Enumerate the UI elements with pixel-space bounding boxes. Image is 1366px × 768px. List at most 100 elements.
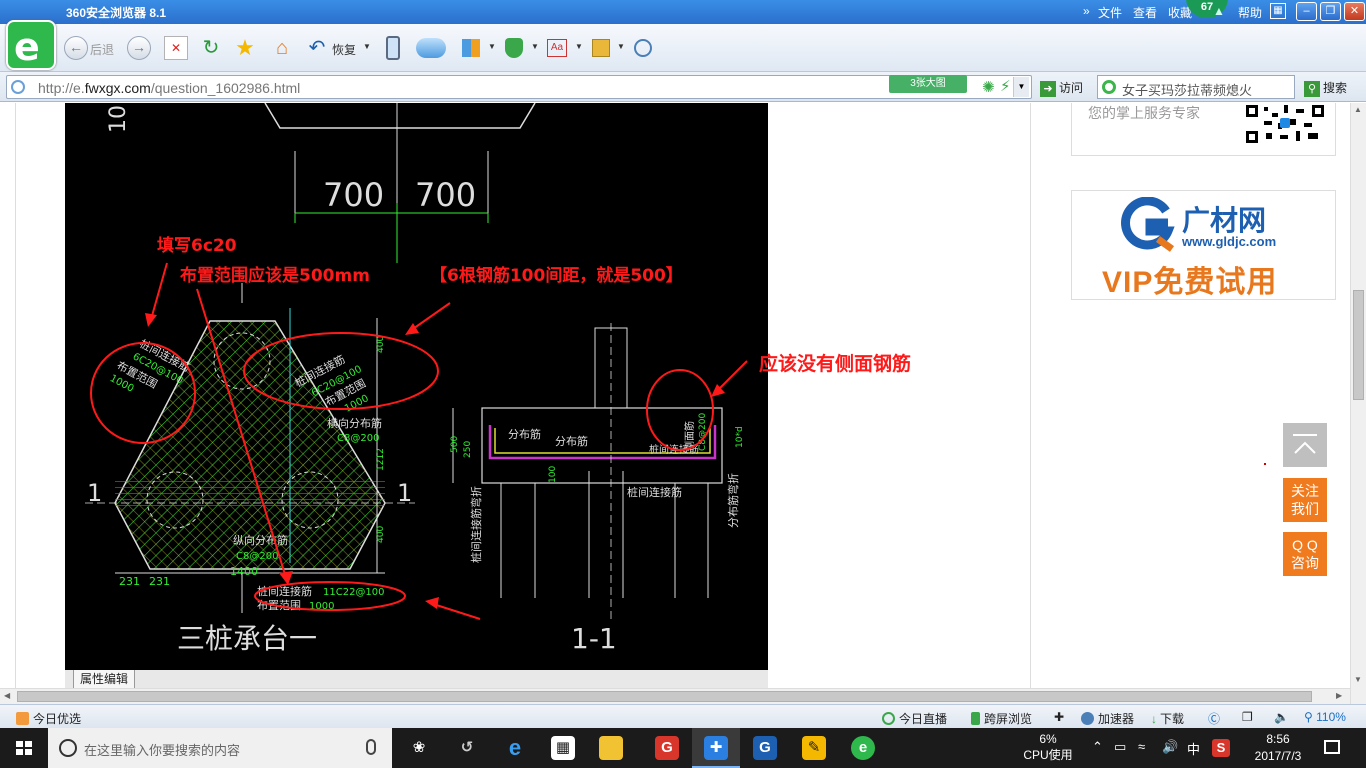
menu-help[interactable]: 帮助 — [1238, 4, 1262, 21]
file-explorer-icon[interactable] — [587, 728, 635, 768]
ad-gldjc[interactable]: 广材网 www.gldjc.com VIP免费试用 — [1071, 190, 1336, 300]
section-vert-left: 桩间连接筋弯折 — [469, 486, 483, 563]
app-red-icon[interactable]: G — [643, 728, 691, 768]
app-blue-g-icon[interactable]: G — [741, 728, 789, 768]
follow-us-button[interactable]: 关注 我们 — [1283, 478, 1327, 522]
visit-button[interactable]: ➜ 访问 — [1040, 79, 1083, 97]
title-bar: 360安全浏览器 8.1 » 文件 查看 收藏 67 ▲ 帮助 ▦ – ❐ ✕ — [0, 0, 1366, 24]
font-size-icon[interactable]: Aa — [547, 39, 567, 57]
sogou-icon[interactable]: S — [1212, 739, 1230, 757]
notification-icon[interactable] — [1324, 740, 1340, 754]
lightning-icon[interactable]: ⚡ — [1000, 77, 1011, 95]
search-input[interactable]: 女子买玛莎拉蒂频熄火 — [1097, 75, 1295, 99]
search-button[interactable]: ⚲ 搜索 — [1304, 79, 1347, 97]
skin-icon[interactable]: ▦ — [1270, 3, 1286, 19]
search-text[interactable]: 女子买玛莎拉蒂频熄火 — [1122, 80, 1252, 99]
qq-consult-button[interactable]: Q Q 咨询 — [1283, 532, 1327, 576]
reload-icon[interactable]: ✺ — [982, 78, 995, 96]
vertical-scrollbar[interactable]: ▲ ▼ — [1350, 103, 1366, 704]
restore-button[interactable]: ❐ — [1320, 2, 1341, 21]
battery-icon[interactable]: ▭ — [1114, 739, 1126, 755]
task-view-icon[interactable]: ❀ — [395, 728, 443, 768]
ad-service[interactable]: 您的掌上服务专家 — [1071, 103, 1336, 156]
refresh-icon[interactable]: ↻ — [199, 36, 223, 60]
taskbar-search-input[interactable]: 在这里输入你要搜索的内容 — [48, 728, 392, 768]
today-pick[interactable]: 今日优选 — [16, 710, 81, 727]
screenshot-dropdown-icon[interactable]: ▼ — [617, 42, 625, 51]
screenshot-icon[interactable] — [592, 39, 610, 57]
favorite-star-icon[interactable]: ★ — [233, 36, 257, 60]
browser-logo-icon[interactable]: e — [6, 20, 56, 70]
taskbar-search-placeholder: 在这里输入你要搜索的内容 — [84, 743, 241, 758]
address-bar[interactable]: http://e.fwxgx.com/question_1602986.html… — [6, 75, 1032, 99]
app-notes-icon[interactable]: ✎ — [790, 728, 838, 768]
close-button[interactable]: ✕ — [1344, 2, 1365, 21]
home-icon[interactable]: ⌂ — [270, 36, 294, 60]
volume-icon[interactable]: 🔊 — [1162, 739, 1178, 755]
clock[interactable]: 8:56 2017/7/3 — [1247, 731, 1309, 765]
shirt-icon[interactable]: ▲ — [1213, 4, 1225, 18]
vertical-scroll-thumb[interactable] — [1353, 290, 1364, 400]
window-icon[interactable]: ❐ — [1242, 710, 1253, 724]
plugin-icon[interactable]: ✚ — [1054, 710, 1064, 724]
big-image-button[interactable]: 3张大图 — [889, 75, 967, 93]
url-text[interactable]: http://e.fwxgx.com/question_1602986.html — [38, 80, 300, 96]
font-dropdown-icon[interactable]: ▼ — [575, 42, 583, 51]
search-engine-icon[interactable] — [1102, 80, 1116, 94]
chevron-up-icon — [1293, 434, 1317, 454]
address-dropdown-icon[interactable]: ▼ — [1013, 77, 1029, 97]
magnifier-icon[interactable] — [634, 39, 652, 57]
cortana-icon — [59, 739, 77, 757]
back-label[interactable]: 后退 — [90, 41, 114, 58]
today-live[interactable]: 今日直播 — [882, 710, 947, 727]
scroll-right-icon[interactable]: ▶ — [1336, 691, 1342, 700]
cross-screen[interactable]: 跨屏浏览 — [971, 710, 1032, 727]
arrow-right — [409, 302, 451, 332]
top-outline — [264, 103, 536, 129]
menu-file[interactable]: 文件 — [1098, 4, 1122, 21]
wifi-icon[interactable]: ≈ — [1138, 739, 1145, 754]
volume-icon[interactable]: 🔈 — [1274, 710, 1289, 724]
dim-500: 500 — [450, 436, 460, 453]
top-left-dim: 10 — [106, 105, 131, 133]
stop-icon[interactable]: ✕ — [164, 36, 188, 60]
cpu-usage[interactable]: 6% CPU使用 — [1018, 731, 1078, 763]
forward-icon[interactable]: → — [127, 36, 151, 60]
back-icon[interactable]: ← — [64, 36, 88, 60]
ie-icon[interactable]: Ⓒ — [1208, 710, 1220, 727]
scroll-up-icon[interactable]: ▲ — [1354, 105, 1362, 114]
chevrons[interactable]: » — [1083, 4, 1090, 18]
store-icon[interactable]: ▦ — [539, 728, 587, 768]
app-active-icon[interactable]: ✚ — [692, 728, 740, 768]
browser-360-icon[interactable]: e — [839, 728, 887, 768]
scroll-left-icon[interactable]: ◀ — [4, 691, 10, 700]
phone-icon[interactable] — [386, 36, 400, 60]
scroll-down-icon[interactable]: ▼ — [1354, 675, 1362, 684]
edge-icon[interactable]: e — [491, 728, 539, 768]
dim-400-top: 400 — [376, 336, 386, 353]
zoom[interactable]: ⚲ 110% — [1304, 710, 1346, 724]
section-dist-1: 分布筋 — [508, 427, 541, 441]
restore-dropdown-icon[interactable]: ▼ — [363, 42, 371, 51]
minimize-button[interactable]: – — [1296, 2, 1317, 21]
download[interactable]: ↓ 下载 — [1151, 710, 1184, 727]
horizontal-scroll-thumb[interactable] — [17, 691, 1312, 702]
undo-icon[interactable]: ↶ — [305, 36, 329, 60]
ime-indicator[interactable]: 中 — [1187, 739, 1200, 758]
apps-dropdown-icon[interactable]: ▼ — [488, 42, 496, 51]
menu-view[interactable]: 查看 — [1133, 4, 1157, 21]
restore-label[interactable]: 恢复 — [332, 41, 356, 58]
back-to-top-button[interactable] — [1283, 423, 1327, 467]
microphone-icon[interactable] — [366, 739, 376, 755]
accelerator[interactable]: 加速器 — [1081, 710, 1134, 727]
apps-icon[interactable] — [462, 39, 480, 57]
cloud-icon[interactable] — [416, 38, 446, 58]
chevron-up-icon[interactable]: ⌃ — [1092, 739, 1103, 755]
shield-icon[interactable] — [505, 38, 523, 58]
dot — [1264, 463, 1266, 465]
property-tab[interactable]: 属性编辑 — [73, 670, 136, 688]
app-swirl-icon[interactable]: ↺ — [443, 728, 491, 768]
horizontal-scrollbar[interactable]: ◀ ▶ — [0, 688, 1350, 704]
start-button[interactable] — [0, 728, 48, 768]
shield-dropdown-icon[interactable]: ▼ — [531, 42, 539, 51]
